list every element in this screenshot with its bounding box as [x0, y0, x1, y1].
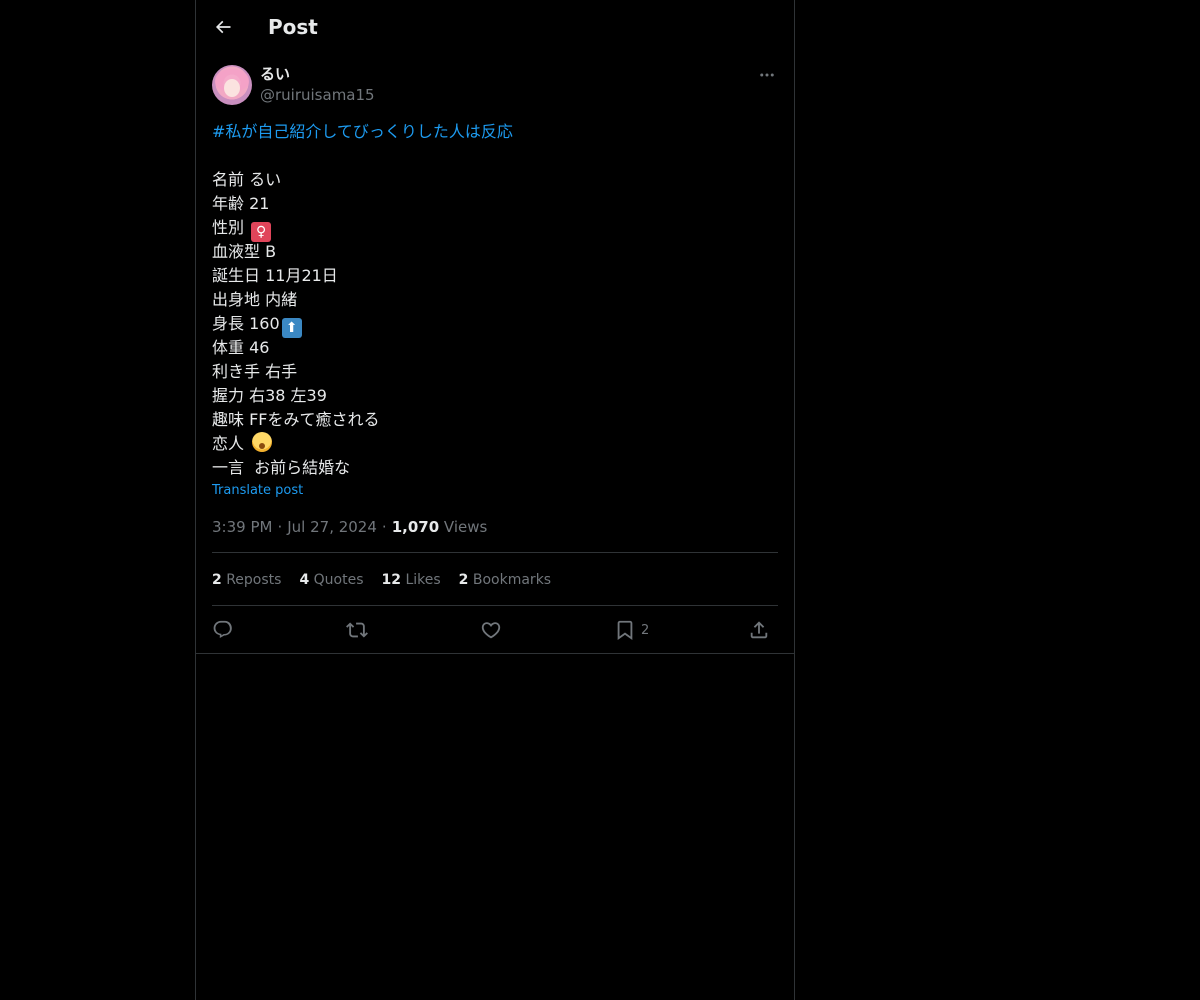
post-stats: 2 Reposts 4 Quotes 12 Likes 2 Bookmarks — [212, 570, 569, 590]
post-line-text: 身長 160 — [212, 314, 280, 333]
meta-separator: · — [381, 518, 387, 536]
bookmark-icon — [617, 620, 633, 641]
up-arrow-emoji: ⬆ — [281, 318, 302, 338]
share-icon — [750, 621, 768, 639]
bookmarks-count: 2 — [458, 572, 469, 588]
arrow-left-icon — [215, 20, 231, 34]
repost-button[interactable] — [346, 617, 368, 643]
likes-label: Likes — [405, 572, 441, 588]
bookmark-button[interactable]: 2 — [614, 617, 649, 643]
post-date[interactable]: Jul 27, 2024 — [287, 518, 377, 536]
quotes-label: Quotes — [313, 572, 364, 588]
post-line: 血液型 B — [212, 242, 277, 261]
post-time[interactable]: 3:39 PM — [212, 518, 272, 536]
likes-count: 12 — [381, 572, 401, 588]
reposts-stat[interactable]: 2 Reposts — [212, 570, 281, 590]
post-text: #私が自己紹介してびっくりした人は反応 名前 るい 年齢 21 性別 ♀ 血液型… — [212, 120, 778, 480]
page-title: Post — [268, 15, 318, 39]
share-button[interactable] — [748, 617, 770, 643]
bookmarks-label: Bookmarks — [472, 572, 552, 588]
post-actions: 2 — [212, 617, 778, 643]
heart-icon — [481, 622, 501, 639]
author-display-name[interactable]: るい — [260, 64, 290, 84]
post-line: 恋人 — [212, 432, 778, 456]
post-line-text: 性別 — [212, 218, 245, 237]
more-dots-icon — [760, 73, 774, 77]
views-count: 1,070 — [391, 518, 440, 536]
avatar-face — [224, 79, 240, 97]
post-line: 一言 お前ら結婚な — [212, 458, 351, 477]
hashtag-link[interactable]: #私が自己紹介してびっくりした人は反応 — [212, 120, 778, 144]
post-line: 体重 46 — [212, 338, 270, 357]
post-line: 趣味 FFをみて癒される — [212, 410, 380, 429]
views-label: Views — [443, 518, 488, 536]
post-line: 身長 160 ⬆ — [212, 312, 778, 338]
back-button[interactable] — [206, 10, 240, 44]
post-line-text: 恋人 — [212, 434, 245, 453]
author-handle[interactable]: @ruiruisama15 — [260, 85, 375, 105]
bookmark-count: 2 — [641, 622, 650, 638]
like-button[interactable] — [480, 617, 502, 643]
translate-post-link[interactable]: Translate post — [212, 483, 303, 499]
reply-button[interactable] — [212, 617, 234, 643]
top-bar: Post — [196, 0, 794, 54]
post-line: 出身地 内緒 — [212, 290, 298, 309]
post-line: 誕生日 11月21日 — [212, 266, 338, 285]
post-line: 年齢 21 — [212, 194, 270, 213]
divider — [212, 552, 778, 553]
reposts-label: Reposts — [226, 572, 282, 588]
more-options-button[interactable] — [756, 64, 778, 86]
post-meta: 3:39 PM · Jul 27, 2024 · 1,070 Views — [212, 517, 487, 537]
likes-stat[interactable]: 12 Likes — [382, 570, 441, 590]
bookmarks-stat[interactable]: 2 Bookmarks — [459, 570, 551, 590]
reply-icon — [213, 620, 232, 639]
avatar[interactable] — [212, 65, 252, 105]
post-line: 名前 るい — [212, 170, 282, 189]
reposts-count: 2 — [212, 572, 222, 588]
quotes-count: 4 — [299, 572, 310, 588]
meta-separator: · — [277, 518, 283, 536]
female-sign-emoji: ♀ — [251, 222, 272, 242]
post-line: 利き手 右手 — [212, 362, 298, 381]
post-line: 性別 ♀ — [212, 216, 778, 242]
hushed-face-emoji — [252, 432, 273, 452]
quotes-stat[interactable]: 4 Quotes — [299, 570, 363, 590]
main-column: Post るい @ruiruisama15 #私が自己紹介してびっくりした人は反… — [195, 0, 795, 1000]
post-line: 握力 右38 左39 — [212, 386, 327, 405]
divider — [212, 605, 778, 606]
repost-icon — [346, 622, 368, 638]
post-author: るい @ruiruisama15 — [212, 64, 778, 108]
divider — [196, 653, 794, 654]
